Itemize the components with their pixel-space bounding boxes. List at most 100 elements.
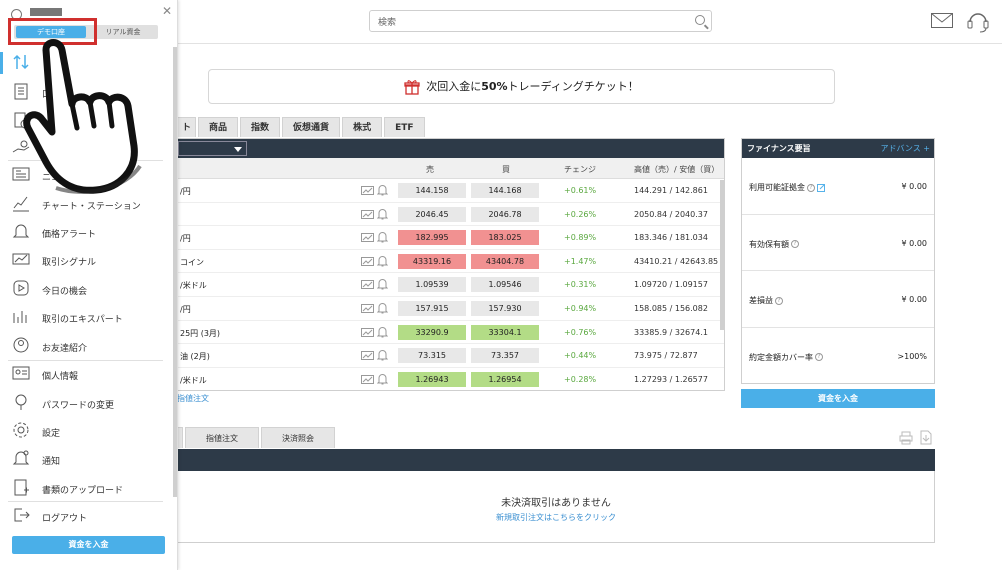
real-account-button[interactable]: リアル資金 bbox=[88, 26, 158, 38]
sell-price-button[interactable]: 33290.9 bbox=[398, 324, 466, 340]
quotes-table: 売 買 チェンジ 高値（売）/ 安値（買） /円 144.158 144.168 +0… bbox=[177, 138, 725, 391]
buy-price-button[interactable]: 2046.78 bbox=[471, 206, 539, 222]
menu-deposit-button[interactable]: 資金を入金 bbox=[12, 536, 165, 554]
sell-price-button[interactable]: 182.995 bbox=[398, 230, 466, 246]
chart-signal-icon[interactable] bbox=[361, 186, 374, 195]
search-icon[interactable] bbox=[695, 15, 705, 25]
tab-crypto[interactable]: 仮想通貨 bbox=[282, 117, 341, 137]
buy-price-button[interactable]: 73.357 bbox=[471, 348, 539, 364]
quote-row[interactable]: 2046.45 2046.78 +0.26% 2050.84 / 2040.37 bbox=[178, 203, 724, 227]
bell-icon[interactable] bbox=[377, 373, 388, 385]
change-percent: +0.76% bbox=[564, 327, 597, 337]
sell-price-button[interactable]: 2046.45 bbox=[398, 206, 466, 222]
menu-item-key[interactable]: パスワードの変更 bbox=[8, 390, 163, 416]
menu-item-expert-chart[interactable]: 取引のエキスパート bbox=[8, 304, 163, 330]
finance-value: >100% bbox=[897, 351, 927, 361]
search-input[interactable]: 検索 bbox=[369, 10, 712, 32]
quotes-scrollbar[interactable] bbox=[720, 180, 724, 330]
chart-signal-icon[interactable] bbox=[361, 256, 374, 266]
buy-price-button[interactable]: 1.26954 bbox=[471, 371, 539, 387]
menu-scrollbar[interactable] bbox=[173, 47, 177, 497]
help-icon[interactable]: ? bbox=[815, 353, 823, 361]
buy-price-button[interactable]: 43404.78 bbox=[471, 253, 539, 269]
print-icon[interactable] bbox=[899, 431, 913, 445]
tab-commodities[interactable]: 商品 bbox=[198, 117, 239, 137]
mail-icon[interactable] bbox=[931, 13, 953, 28]
sell-price-button[interactable]: 73.315 bbox=[398, 348, 466, 364]
chart-signal-icon[interactable] bbox=[361, 351, 374, 361]
change-percent: +0.44% bbox=[564, 351, 597, 361]
tab-etf[interactable]: ETF bbox=[384, 117, 425, 137]
quote-row[interactable]: コイン 43319.16 43404.78 +1.47% 43410.21 / 4264… bbox=[178, 250, 724, 274]
finance-label: 利用可能証拠金 bbox=[749, 183, 805, 192]
instrument-name: /円 bbox=[180, 187, 191, 196]
support-headset-icon[interactable] bbox=[967, 10, 989, 34]
quote-row[interactable]: /円 182.995 183.025 +0.89% 183.346 / 181.034 bbox=[178, 226, 724, 250]
menu-item-upload-document[interactable]: 書類のアップロード bbox=[8, 475, 163, 501]
bell-icon[interactable] bbox=[377, 208, 388, 220]
chart-signal-icon[interactable] bbox=[361, 209, 374, 219]
tab-stocks[interactable]: 株式 bbox=[342, 117, 383, 137]
quote-row[interactable]: /米ドル 1.09539 1.09546 +0.31% 1.09720 / 1.0915… bbox=[178, 273, 724, 297]
bell-icon[interactable] bbox=[377, 278, 388, 290]
bell-icon[interactable] bbox=[377, 255, 388, 267]
quote-row[interactable]: 油 (2月) 73.315 73.357 +0.44% 73.975 / 72.877 bbox=[178, 344, 724, 368]
help-icon[interactable]: ? bbox=[775, 296, 783, 305]
finance-row-pnl: 差損益? ¥ 0.00 bbox=[742, 271, 934, 328]
tab-partial[interactable]: ト bbox=[177, 117, 197, 137]
quote-row[interactable]: /円 157.915 157.930 +0.94% 158.085 / 156.082 bbox=[178, 297, 724, 321]
menu-item-play[interactable]: 今日の機会 bbox=[8, 276, 163, 302]
bell-icon[interactable] bbox=[377, 326, 388, 338]
new-trade-link[interactable]: 新規取引注文はこちらをクリック bbox=[178, 512, 934, 523]
chart-signal-icon[interactable] bbox=[361, 280, 374, 290]
sell-price-button[interactable]: 1.26943 bbox=[398, 371, 466, 387]
quote-row[interactable]: /円 144.158 144.168 +0.61% 144.291 / 142.861 bbox=[178, 179, 724, 203]
quote-row[interactable]: /米ドル 1.26943 1.26954 +0.28% 1.27293 / 1.2657… bbox=[178, 368, 724, 390]
expert-chart-icon bbox=[13, 311, 27, 323]
buy-price-button[interactable]: 183.025 bbox=[471, 230, 539, 246]
buy-price-button[interactable]: 157.930 bbox=[471, 300, 539, 316]
menu-item-logout[interactable]: ログアウト bbox=[8, 503, 163, 529]
menu-item-id-card[interactable]: 個人情報 bbox=[8, 361, 163, 387]
deposit-button[interactable]: 資金を入金 bbox=[741, 389, 935, 408]
finance-value: ¥ 0.00 bbox=[901, 295, 927, 304]
chart-signal-icon[interactable] bbox=[361, 327, 374, 337]
chart-signal-icon[interactable] bbox=[361, 233, 374, 243]
tab-limit-orders[interactable]: 指値注文 bbox=[185, 427, 259, 448]
bell-icon[interactable] bbox=[377, 184, 388, 196]
help-icon[interactable]: ? bbox=[791, 240, 799, 248]
menu-item-signal[interactable]: 取引シグナル bbox=[8, 247, 163, 273]
logout-icon bbox=[14, 508, 30, 522]
limit-order-link[interactable]: 指値注文 bbox=[177, 393, 209, 404]
buy-price-button[interactable]: 33304.1 bbox=[471, 324, 539, 340]
menu-item-friend[interactable]: お友達紹介 bbox=[8, 333, 163, 359]
high-low: 2050.84 / 2040.37 bbox=[634, 209, 708, 219]
sell-price-button[interactable]: 144.158 bbox=[398, 183, 466, 198]
close-icon[interactable]: ✕ bbox=[162, 4, 172, 18]
chart-signal-icon[interactable] bbox=[361, 303, 374, 313]
bell-icon[interactable] bbox=[377, 302, 388, 314]
tab-closed-positions[interactable]: 決済照会 bbox=[261, 427, 335, 448]
sell-price-button[interactable]: 43319.16 bbox=[398, 253, 466, 269]
export-icon[interactable] bbox=[919, 430, 933, 445]
menu-item-gear[interactable]: 設定 bbox=[8, 418, 163, 444]
high-low: 33385.9 / 32674.1 bbox=[634, 327, 708, 337]
external-link-icon[interactable] bbox=[817, 183, 825, 192]
bell-icon[interactable] bbox=[377, 349, 388, 361]
quote-row[interactable]: 25円 (3月) 33290.9 33304.1 +0.76% 33385.9 / 32… bbox=[178, 321, 724, 345]
tab-indices[interactable]: 指数 bbox=[240, 117, 281, 137]
finance-summary-header: ファイナンス要旨 アドバンス + bbox=[742, 139, 934, 158]
buy-price-button[interactable]: 1.09546 bbox=[471, 277, 539, 293]
chart-signal-icon[interactable] bbox=[361, 374, 374, 384]
bell-icon[interactable] bbox=[377, 231, 388, 243]
instrument-filter-select[interactable] bbox=[178, 141, 247, 156]
deposit-bonus-banner[interactable]: 次回入金に50%トレーディングチケット！ bbox=[208, 69, 835, 104]
menu-item-bell[interactable]: 価格アラート bbox=[8, 219, 163, 245]
sell-price-button[interactable]: 157.915 bbox=[398, 300, 466, 316]
help-icon[interactable]: ? bbox=[807, 183, 815, 192]
advanced-link[interactable]: アドバンス + bbox=[881, 143, 931, 154]
buy-price-button[interactable]: 144.168 bbox=[471, 183, 539, 198]
menu-item-notification-bell[interactable]: 通知 bbox=[8, 446, 163, 472]
sell-price-button[interactable]: 1.09539 bbox=[398, 277, 466, 293]
change-percent: +0.61% bbox=[564, 186, 597, 195]
